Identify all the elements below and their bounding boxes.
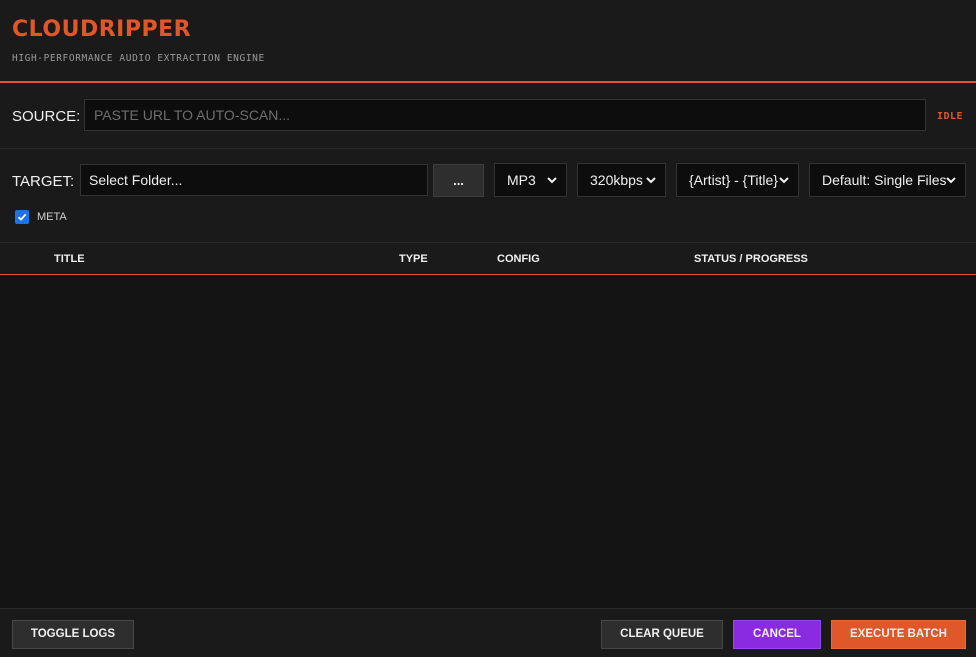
target-label: TARGET: [12, 173, 75, 190]
column-status-progress: STATUS / PROGRESS [694, 253, 808, 265]
format-select[interactable]: MP3 [494, 163, 567, 197]
format-select-value: MP3 [507, 172, 536, 188]
app-window: CLOUDRIPPER HIGH-PERFORMANCE AUDIO EXTRA… [0, 0, 976, 657]
source-url-input[interactable] [84, 99, 926, 131]
queue-table-header: TITLE TYPE CONFIG STATUS / PROGRESS [0, 243, 976, 275]
meta-checkbox[interactable] [15, 210, 29, 224]
column-title: TITLE [54, 253, 85, 265]
output-mode-select[interactable]: Default: Single Files [809, 163, 966, 197]
column-config: CONFIG [497, 253, 540, 265]
execute-batch-button[interactable]: EXECUTE BATCH [831, 620, 966, 649]
footer-bar: TOGGLE LOGS CLEAR QUEUE CANCEL EXECUTE B… [0, 608, 976, 657]
cancel-button[interactable]: CANCEL [733, 620, 821, 649]
bitrate-select-value: 320kbps [590, 172, 643, 188]
chevron-down-icon [646, 177, 656, 184]
chevron-down-icon [547, 177, 557, 184]
source-label: SOURCE: [12, 108, 81, 125]
source-row: SOURCE: IDLE [0, 83, 976, 149]
clear-queue-button[interactable]: CLEAR QUEUE [601, 620, 723, 649]
app-header: CLOUDRIPPER HIGH-PERFORMANCE AUDIO EXTRA… [0, 0, 976, 83]
app-tagline: HIGH-PERFORMANCE AUDIO EXTRACTION ENGINE [12, 53, 265, 64]
app-title: CLOUDRIPPER [12, 17, 192, 42]
column-type: TYPE [399, 253, 428, 265]
toggle-logs-button[interactable]: TOGGLE LOGS [12, 620, 134, 649]
bitrate-select[interactable]: 320kbps [577, 163, 666, 197]
naming-pattern-select[interactable]: {Artist} - {Title} [676, 163, 799, 197]
target-row: TARGET: ... MP3 320kbps {Artist} - {Titl… [0, 149, 976, 243]
chevron-down-icon [946, 177, 956, 184]
target-folder-input[interactable] [80, 164, 428, 196]
output-mode-select-value: Default: Single Files [822, 172, 947, 188]
check-icon [17, 213, 27, 221]
meta-label: META [37, 211, 67, 223]
naming-pattern-select-value: {Artist} - {Title} [689, 172, 778, 188]
browse-folder-button[interactable]: ... [433, 164, 484, 197]
status-indicator: IDLE [937, 111, 964, 122]
queue-list [0, 275, 976, 608]
chevron-down-icon [779, 177, 789, 184]
